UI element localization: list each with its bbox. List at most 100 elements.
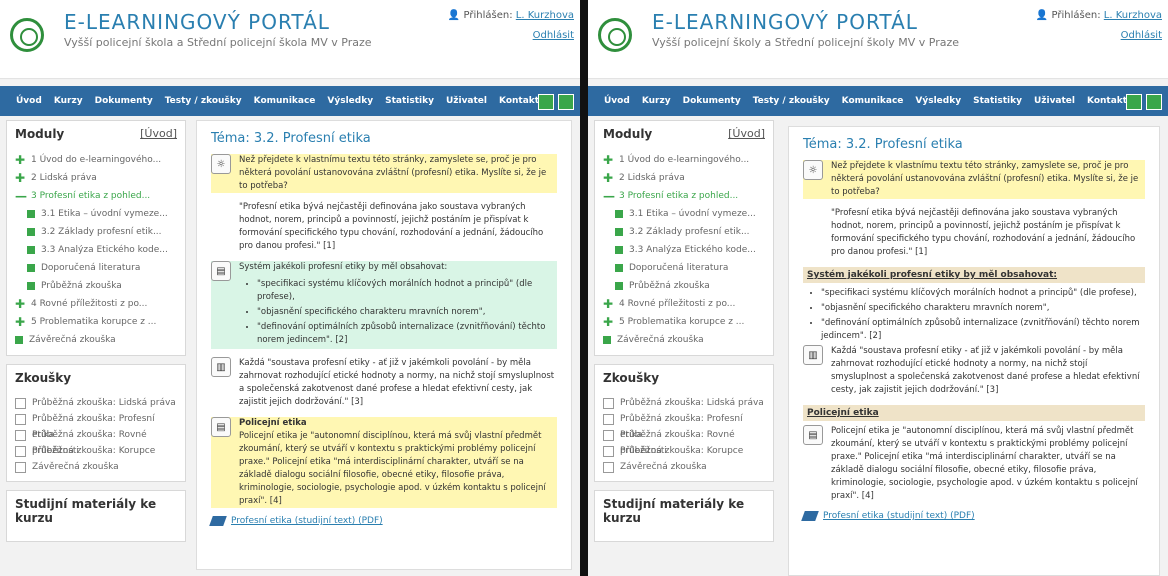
exam-icon [15, 446, 26, 457]
every-note: ▥ Každá "soustava profesní etiky - ať ji… [211, 357, 557, 409]
exams-box: Zkoušky Průběžná zkouška: Lidská práva P… [6, 364, 186, 482]
nav-next-icon[interactable] [558, 94, 574, 110]
topic-title: Téma: 3.2. Profesní etika [211, 131, 371, 146]
nav-next-icon[interactable] [1146, 94, 1162, 110]
module-item[interactable]: ✚ 1 Úvod do e-learningového... [15, 151, 177, 169]
exams-box: Zkoušky Průběžná zkouška: Lidská práva P… [594, 364, 774, 482]
exam-item[interactable]: Průběžná zkouška: Profesní etika [603, 411, 765, 440]
nav-prev-icon[interactable] [538, 94, 554, 110]
portal-subtitle: Vyšší policejní škola a Střední policejn… [64, 36, 372, 49]
exam-item[interactable]: Průběžná zkouška: Rovné příležitosti [15, 427, 177, 456]
nav-uzivatel[interactable]: Uživatel [446, 96, 487, 106]
exam-icon [15, 398, 26, 409]
header: E-LEARNINGOVÝ PORTÁL Vyšší policejní ško… [0, 0, 580, 79]
square-icon [615, 246, 623, 254]
module-item[interactable]: —3 Profesní etika z pohled... [15, 187, 177, 205]
module-item[interactable]: ✚ 4 Rovné příležitosti z po... [15, 295, 177, 313]
module-subitem[interactable]: Průběžná zkouška [603, 277, 765, 295]
exam-item[interactable]: Průběžná zkouška: Lidská práva [15, 395, 177, 411]
exam-item[interactable]: Závěrečná zkouška [15, 459, 177, 475]
module-subitem[interactable]: 3.2 Základy profesní etik... [15, 223, 177, 241]
exam-item[interactable]: Průběžná zkouška: Korupce [603, 443, 765, 459]
exam-item[interactable]: Průběžná zkouška: Lidská práva [603, 395, 765, 411]
pdf-link[interactable]: Profesní etika (studijní text) (PDF) [209, 516, 557, 526]
exam-item[interactable]: Průběžná zkouška: Korupce [15, 443, 177, 459]
modules-home-link[interactable]: [Úvod] [140, 127, 177, 141]
square-icon [27, 282, 35, 290]
module-item[interactable]: —3 Profesní etika z pohled... [603, 187, 765, 205]
minus-icon: — [15, 189, 27, 203]
module-subitem[interactable]: 3.1 Etika – úvodní vymeze... [603, 205, 765, 223]
module-subitem[interactable]: Doporučená literatura [603, 259, 765, 277]
definition-note: "Profesní etika bývá nejčastěji definová… [239, 202, 544, 251]
nav-uvod[interactable]: Úvod [604, 96, 630, 106]
exam-icon [15, 462, 26, 473]
modules-home-link[interactable]: [Úvod] [728, 127, 765, 141]
police-heading: Policejní etika [803, 405, 1145, 421]
materials-header: Studijní materiály ke kurzu [603, 497, 745, 525]
content-panel: Téma: 3.2. Profesní etika ☼ Než přejdete… [788, 126, 1160, 576]
square-icon [615, 282, 623, 290]
module-item[interactable]: ✚ 4 Rovné příležitosti z po... [603, 295, 765, 313]
left-screenshot: E-LEARNINGOVÝ PORTÁL Vyšší policejní ško… [0, 0, 580, 576]
portal-subtitle: Vyšší policejní školy a Střední policejn… [652, 36, 960, 49]
lightbulb-icon: ☼ [211, 154, 231, 174]
nav-uvod[interactable]: Úvod [16, 96, 42, 106]
intro-note: ☼ Než přejdete k vlastnímu textu této st… [803, 160, 1145, 199]
plus-icon: ✚ [15, 297, 26, 311]
nav-vysledky[interactable]: Výsledky [915, 96, 961, 106]
nav-dokumenty[interactable]: Dokumenty [683, 96, 741, 106]
bullet-item: "specifikaci systému klíčových morálních… [257, 278, 557, 304]
every-note: ▥ Každá "soustava profesní etiky - ať ji… [803, 345, 1145, 397]
definition-note: "Profesní etika bývá nejčastěji definová… [831, 208, 1136, 257]
nav-prev-icon[interactable] [1126, 94, 1142, 110]
nav-statistiky[interactable]: Statistiky [973, 96, 1022, 106]
module-item[interactable]: ✚ 2 Lidská práva [603, 169, 765, 187]
materials-box: Studijní materiály ke kurzu [6, 490, 186, 542]
plus-icon: ✚ [15, 171, 26, 185]
nav-kurzy[interactable]: Kurzy [54, 96, 83, 106]
nav-buttons [1126, 94, 1162, 110]
module-subitem[interactable]: Doporučená literatura [15, 259, 177, 277]
content-panel: Téma: 3.2. Profesní etika ☼ Než přejdete… [196, 120, 572, 570]
module-subitem[interactable]: 3.2 Základy profesní etik... [603, 223, 765, 241]
module-subitem[interactable]: 3.1 Etika – úvodní vymeze... [15, 205, 177, 223]
login-info: 👤 Přihlášen: L. Kurzhova [447, 10, 574, 21]
sidebar: Moduly [Úvod] ✚ 1 Úvod do e-learningového.… [6, 120, 186, 576]
module-item[interactable]: Závěrečná zkouška [603, 331, 765, 349]
nav-statistiky[interactable]: Statistiky [385, 96, 434, 106]
nav-dokumenty[interactable]: Dokumenty [95, 96, 153, 106]
nav-buttons [538, 94, 574, 110]
divider [580, 0, 588, 576]
nav-kurzy[interactable]: Kurzy [642, 96, 671, 106]
document-icon: ▤ [211, 261, 231, 281]
logout-link[interactable]: Odhlásit [1121, 30, 1162, 41]
logout-link[interactable]: Odhlásit [533, 30, 574, 41]
module-subitem[interactable]: Průběžná zkouška [15, 277, 177, 295]
user-link[interactable]: L. Kurzhova [1104, 10, 1162, 21]
nav-testy[interactable]: Testy / zkoušky [753, 96, 830, 106]
module-item[interactable]: ✚ 5 Problematika korupce z ... [603, 313, 765, 331]
book-icon: ▥ [211, 357, 231, 377]
module-subitem[interactable]: 3.3 Analýza Etického kode... [603, 241, 765, 259]
exam-icon [603, 430, 614, 441]
module-item[interactable]: ✚ 2 Lidská práva [15, 169, 177, 187]
module-subitem[interactable]: 3.3 Analýza Etického kode... [15, 241, 177, 259]
document-icon: ▤ [803, 425, 823, 445]
pdf-link[interactable]: Profesní etika (studijní text) (PDF) [801, 511, 1145, 521]
user-link[interactable]: L. Kurzhova [516, 10, 574, 21]
nav-testy[interactable]: Testy / zkoušky [165, 96, 242, 106]
exam-item[interactable]: Průběžná zkouška: Profesní etika [15, 411, 177, 440]
module-item[interactable]: ✚ 5 Problematika korupce z ... [15, 313, 177, 331]
exam-icon [603, 446, 614, 457]
system-note: ▤ Systém jakékoli profesní etiky by měl … [211, 261, 557, 349]
nav-uzivatel[interactable]: Uživatel [1034, 96, 1075, 106]
nav-komunikace[interactable]: Komunikace [254, 96, 316, 106]
modules-box: Moduly [Úvod] ✚ 1 Úvod do e-learningového.… [6, 120, 186, 356]
exam-item[interactable]: Závěrečná zkouška [603, 459, 765, 475]
module-item[interactable]: ✚ 1 Úvod do e-learningového... [603, 151, 765, 169]
nav-vysledky[interactable]: Výsledky [327, 96, 373, 106]
module-item[interactable]: Závěrečná zkouška [15, 331, 177, 349]
nav-komunikace[interactable]: Komunikace [842, 96, 904, 106]
exam-item[interactable]: Průběžná zkouška: Rovné příležitosti [603, 427, 765, 456]
